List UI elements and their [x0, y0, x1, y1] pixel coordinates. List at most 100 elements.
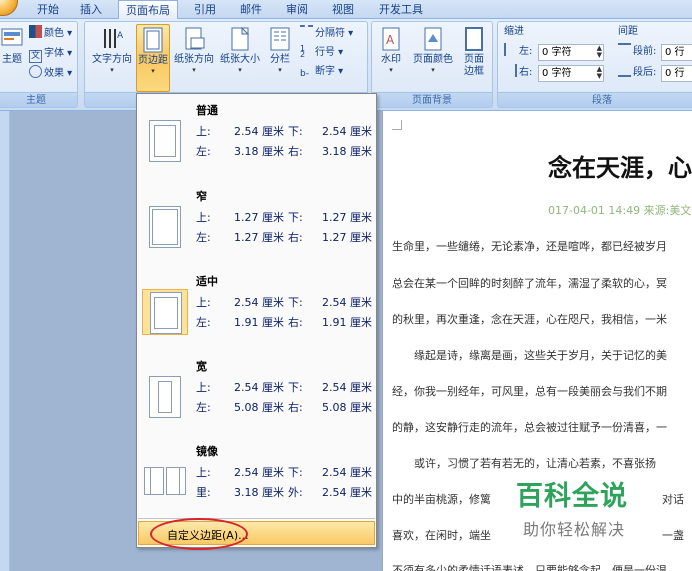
margin-option-name: 普通 — [196, 104, 218, 117]
margin-option-mirrored[interactable]: 镜像 上: 2.54 厘米 下: 2.54 厘米 里: 3.18 厘米 外: 2.54 厘米 — [138, 437, 375, 521]
dropdown-arrow-icon: ▾ — [389, 66, 393, 74]
margin-preview-icon — [142, 118, 188, 164]
page-color-label: 页面颜色 — [413, 54, 453, 65]
spacing-after-text: 段后: — [633, 67, 657, 78]
page-border-icon — [465, 27, 483, 51]
indent-right-value: 0 字符 — [542, 68, 572, 79]
svg-text:A: A — [117, 31, 123, 41]
dropdown-arrow-icon: ▾ — [238, 66, 242, 74]
text-direction-button[interactable]: A 文字方向 ▾ — [89, 24, 135, 92]
page-color-icon — [424, 27, 442, 51]
colors-icon — [29, 25, 42, 38]
margin-preview-icon — [142, 289, 188, 335]
theme-label: 主题 — [2, 54, 22, 65]
line-numbers-button[interactable]: 1 2 行号 ▾ — [300, 44, 343, 62]
theme-button[interactable]: 主题 — [0, 24, 25, 92]
watermark-icon: A — [382, 27, 400, 51]
spacing-before-input[interactable]: 0 行 — [661, 44, 692, 61]
office-button[interactable] — [0, 0, 18, 16]
svg-text:A: A — [386, 33, 395, 47]
indent-left-label: 左: — [504, 43, 532, 61]
margin-preview-icon — [142, 204, 188, 250]
indent-right-text: 右: — [519, 67, 533, 78]
tab-view[interactable]: 视图 — [324, 0, 362, 19]
doc-line: 缘起是诗，缘离是画，这些关于岁月，关于记忆的美 — [392, 349, 667, 362]
margin-option-narrow[interactable]: 窄 上: 1.27 厘米 下: 1.27 厘米 左: 1.27 厘米 右: 1.27 厘米 — [138, 182, 375, 266]
colors-label: 颜色 — [44, 28, 64, 39]
spacing-after-label: 段后: — [618, 64, 656, 82]
spacing-after-input[interactable]: 0 行 — [661, 65, 692, 82]
doc-line: 或许，习惯了若有若无的，让清心若素，不喜张扬 — [392, 457, 656, 470]
margin-preview-icon — [142, 374, 188, 420]
margin-option-normal[interactable]: 普通 上: 2.54 厘米 下: 2.54 厘米 左: 3.18 厘米 右: 3.18 厘米 — [138, 96, 375, 180]
spacing-before-icon — [618, 43, 631, 56]
page-border-label-1: 页面 — [464, 54, 484, 65]
watermark-slogan: 助你轻松解决 — [523, 520, 626, 539]
spinner-icon[interactable]: ▲ ▼ — [597, 66, 602, 80]
margin-option-wide[interactable]: 宽 上: 2.54 厘米 下: 2.54 厘米 左: 5.08 厘米 右: 5.08 厘米 — [138, 352, 375, 436]
tab-home[interactable]: 开始 — [27, 0, 69, 19]
tab-page-layout[interactable]: 页面布局 — [118, 0, 178, 20]
text-direction-icon: A — [104, 29, 123, 48]
page-background-group-label: 页面背景 — [372, 92, 492, 107]
spacing-after-value: 0 行 — [665, 68, 685, 79]
page-border-label-2: 边框 — [464, 66, 484, 77]
custom-margins-item[interactable]: 自定义边距(A)... — [138, 518, 375, 550]
document-title: 念在天涯，心 — [548, 153, 692, 182]
spacing-before-label: 段前: — [618, 43, 656, 61]
indent-right-icon — [504, 64, 517, 77]
tab-developer[interactable]: 开发工具 — [371, 0, 431, 19]
indent-left-input[interactable]: 0 字符 ▲ ▼ — [538, 44, 604, 61]
doc-line: 的秋里，再次重逢，念在天涯，心在咫尺，我相信，一米 — [392, 313, 667, 326]
fonts-button[interactable]: 文字体 ▾ — [29, 45, 72, 63]
margins-button[interactable]: 页边距 ▾ — [136, 24, 170, 92]
size-button[interactable]: 纸张大小 ▾ — [218, 24, 262, 92]
tab-insert[interactable]: 插入 — [72, 0, 110, 19]
indent-right-input[interactable]: 0 字符 ▲ ▼ — [538, 65, 604, 82]
breaks-button[interactable]: 分隔符 ▾ — [300, 25, 353, 43]
effects-icon — [29, 65, 42, 78]
margin-corner-mark — [392, 120, 402, 130]
doc-line-tail: 对话 — [662, 493, 684, 506]
page-background-group: A 水印 ▾ 页面颜色 ▾ 页面 边框 页面背景 — [371, 21, 493, 108]
margins-label: 页边距 — [138, 55, 168, 66]
effects-button[interactable]: 效果 ▾ — [29, 65, 72, 83]
indent-title: 缩进 — [504, 26, 524, 37]
doc-line: 中的半亩桃源，修篱 — [392, 493, 491, 506]
margin-option-name: 窄 — [196, 190, 207, 203]
columns-icon — [270, 27, 290, 51]
margin-option-name: 适中 — [196, 275, 218, 288]
text-direction-label: 文字方向 — [92, 54, 132, 65]
indent-left-icon — [504, 43, 517, 56]
fonts-icon: 文 — [29, 50, 42, 63]
page-border-button[interactable]: 页面 边框 — [460, 24, 488, 92]
tab-references[interactable]: 引用 — [186, 0, 224, 19]
orientation-button[interactable]: 纸张方向 ▾ — [173, 24, 215, 92]
margin-preview-icon — [142, 459, 188, 505]
colors-button[interactable]: 颜色 ▾ — [29, 25, 72, 43]
spinner-icon[interactable]: ▲ ▼ — [597, 45, 602, 59]
vertical-ruler — [0, 111, 10, 571]
margin-option-moderate[interactable]: 适中 上: 2.54 厘米 下: 2.54 厘米 左: 1.91 厘米 右: 1.91 厘米 — [138, 267, 375, 351]
spacing-before-text: 段前: — [633, 46, 657, 57]
spacing-after-icon — [618, 64, 631, 77]
doc-line: 经，你我一别经年，可风里，总有一段美丽会与我们不期 — [392, 385, 667, 398]
columns-button[interactable]: 分栏 ▾ — [265, 24, 295, 92]
watermark-button[interactable]: A 水印 ▾ — [376, 24, 406, 92]
doc-line: 总会在某一个回眸的时刻醉了流年，濡湿了柔软的心，冥 — [392, 277, 667, 290]
size-label: 纸张大小 — [220, 54, 260, 65]
indent-right-label: 右: — [504, 64, 532, 82]
tab-mailings[interactable]: 邮件 — [232, 0, 270, 19]
margins-icon — [143, 27, 163, 53]
indent-left-text: 左: — [519, 46, 533, 57]
tab-review[interactable]: 审阅 — [278, 0, 316, 19]
doc-line: 喜欢，在闲时，端坐 — [392, 529, 491, 542]
theme-icon — [1, 28, 23, 46]
hyphenation-button[interactable]: b- 断字 ▾ — [300, 63, 343, 81]
ribbon-tab-bar: 开始 插入 页面布局 引用 邮件 审阅 视图 开发工具 — [0, 0, 692, 20]
spacing-before-value: 0 行 — [665, 47, 685, 58]
breaks-label: 分隔符 — [315, 28, 345, 39]
breaks-icon — [300, 25, 313, 38]
page-color-button[interactable]: 页面颜色 ▾ — [410, 24, 456, 92]
document-meta: 017-04-01 14:49 来源:美文 — [548, 204, 692, 217]
